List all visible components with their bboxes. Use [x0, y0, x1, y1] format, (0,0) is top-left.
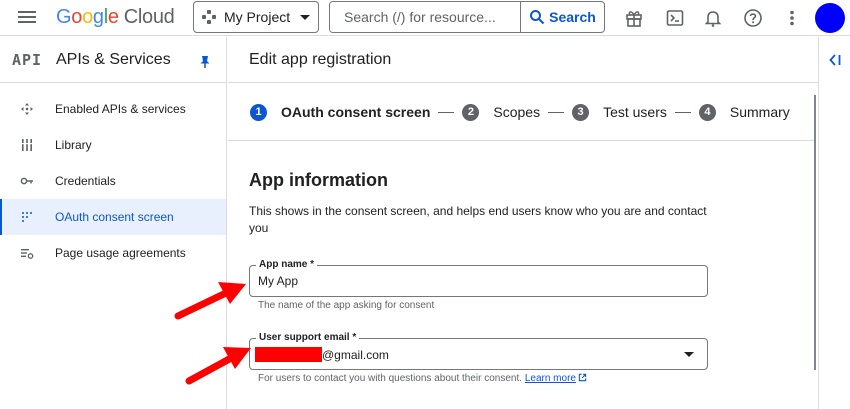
sidebar-item-oauth-consent-screen[interactable]: OAuth consent screen — [0, 199, 226, 235]
gift-icon[interactable] — [622, 6, 646, 30]
sidebar-title: APIs & Services — [56, 50, 171, 68]
learn-more-link[interactable]: Learn more — [525, 373, 587, 384]
library-icon — [20, 138, 34, 152]
step-number: 3 — [572, 103, 590, 121]
step-divider — [438, 111, 455, 113]
pin-icon[interactable] — [199, 55, 211, 74]
project-icon — [202, 10, 216, 24]
help-icon[interactable] — [741, 6, 765, 30]
step-test-users[interactable]: 3 Test users — [572, 103, 667, 121]
sidebar-item-page-usage-agreements[interactable]: Page usage agreements — [0, 235, 226, 271]
step-summary[interactable]: 4 Summary — [698, 103, 790, 121]
sidebar-item-enabled-apis[interactable]: Enabled APIs & services — [0, 91, 226, 127]
project-selector-button[interactable]: My Project — [193, 1, 319, 33]
dropdown-caret-icon[interactable] — [684, 352, 694, 357]
enabled-apis-icon — [20, 102, 34, 116]
support-email-label: User support email * — [256, 332, 360, 343]
right-panel — [818, 37, 850, 409]
section-description: This shows in the consent screen, and he… — [249, 204, 707, 235]
external-link-icon — [578, 373, 587, 382]
sidebar-item-credentials[interactable]: Credentials — [0, 163, 226, 199]
app-name-input[interactable] — [258, 274, 688, 288]
terminal-icon[interactable] — [663, 6, 687, 30]
scrollbar[interactable] — [814, 95, 816, 370]
more-vert-icon[interactable] — [780, 6, 804, 30]
user-support-email-select[interactable]: User support email * @gmail.com — [249, 332, 708, 370]
search-input[interactable] — [330, 2, 520, 32]
support-email-hint: For users to contact you with questions … — [258, 373, 587, 384]
step-divider — [674, 111, 691, 113]
section-title: App information — [249, 170, 388, 190]
settings-list-icon — [20, 246, 34, 260]
redaction-box — [255, 347, 322, 362]
page-title: Edit app registration — [228, 37, 818, 83]
annotation-arrow-support-email — [185, 347, 251, 385]
project-label: My Project — [224, 9, 291, 25]
step-scopes[interactable]: 2 Scopes — [462, 103, 540, 121]
stepper: 1 OAuth consent screen 2 Scopes 3 Test u… — [228, 84, 816, 141]
expand-panel-icon[interactable] — [828, 53, 842, 72]
google-cloud-logo[interactable]: Google Cloud — [56, 6, 175, 29]
sidebar-header: API APIs & Services — [0, 37, 226, 83]
app-name-label: App name * — [256, 259, 318, 270]
api-badge: API — [12, 50, 43, 69]
key-icon — [20, 174, 34, 188]
step-oauth-consent-screen[interactable]: 1 OAuth consent screen — [250, 103, 430, 121]
support-email-value: @gmail.com — [322, 348, 389, 362]
step-number: 2 — [462, 103, 480, 121]
search-button[interactable]: Search — [520, 2, 604, 32]
search-bar: Search — [329, 1, 605, 33]
step-number: 1 — [250, 103, 267, 121]
app-name-hint: The name of the app asking for consent — [258, 300, 435, 311]
oauth-icon — [20, 210, 34, 224]
app-information-section: App information This shows in the consen… — [249, 170, 719, 237]
annotation-arrow-app-name — [174, 282, 246, 320]
app-name-field[interactable]: App name * — [249, 259, 708, 297]
avatar[interactable] — [815, 3, 845, 33]
step-number: 4 — [698, 103, 716, 121]
step-divider — [548, 111, 565, 113]
sidebar-item-library[interactable]: Library — [0, 127, 226, 163]
top-bar: Google Cloud My Project Search — [0, 0, 850, 36]
caret-down-icon — [300, 14, 310, 20]
bell-icon[interactable] — [701, 6, 725, 30]
search-icon — [530, 10, 545, 25]
menu-icon[interactable] — [16, 8, 38, 28]
